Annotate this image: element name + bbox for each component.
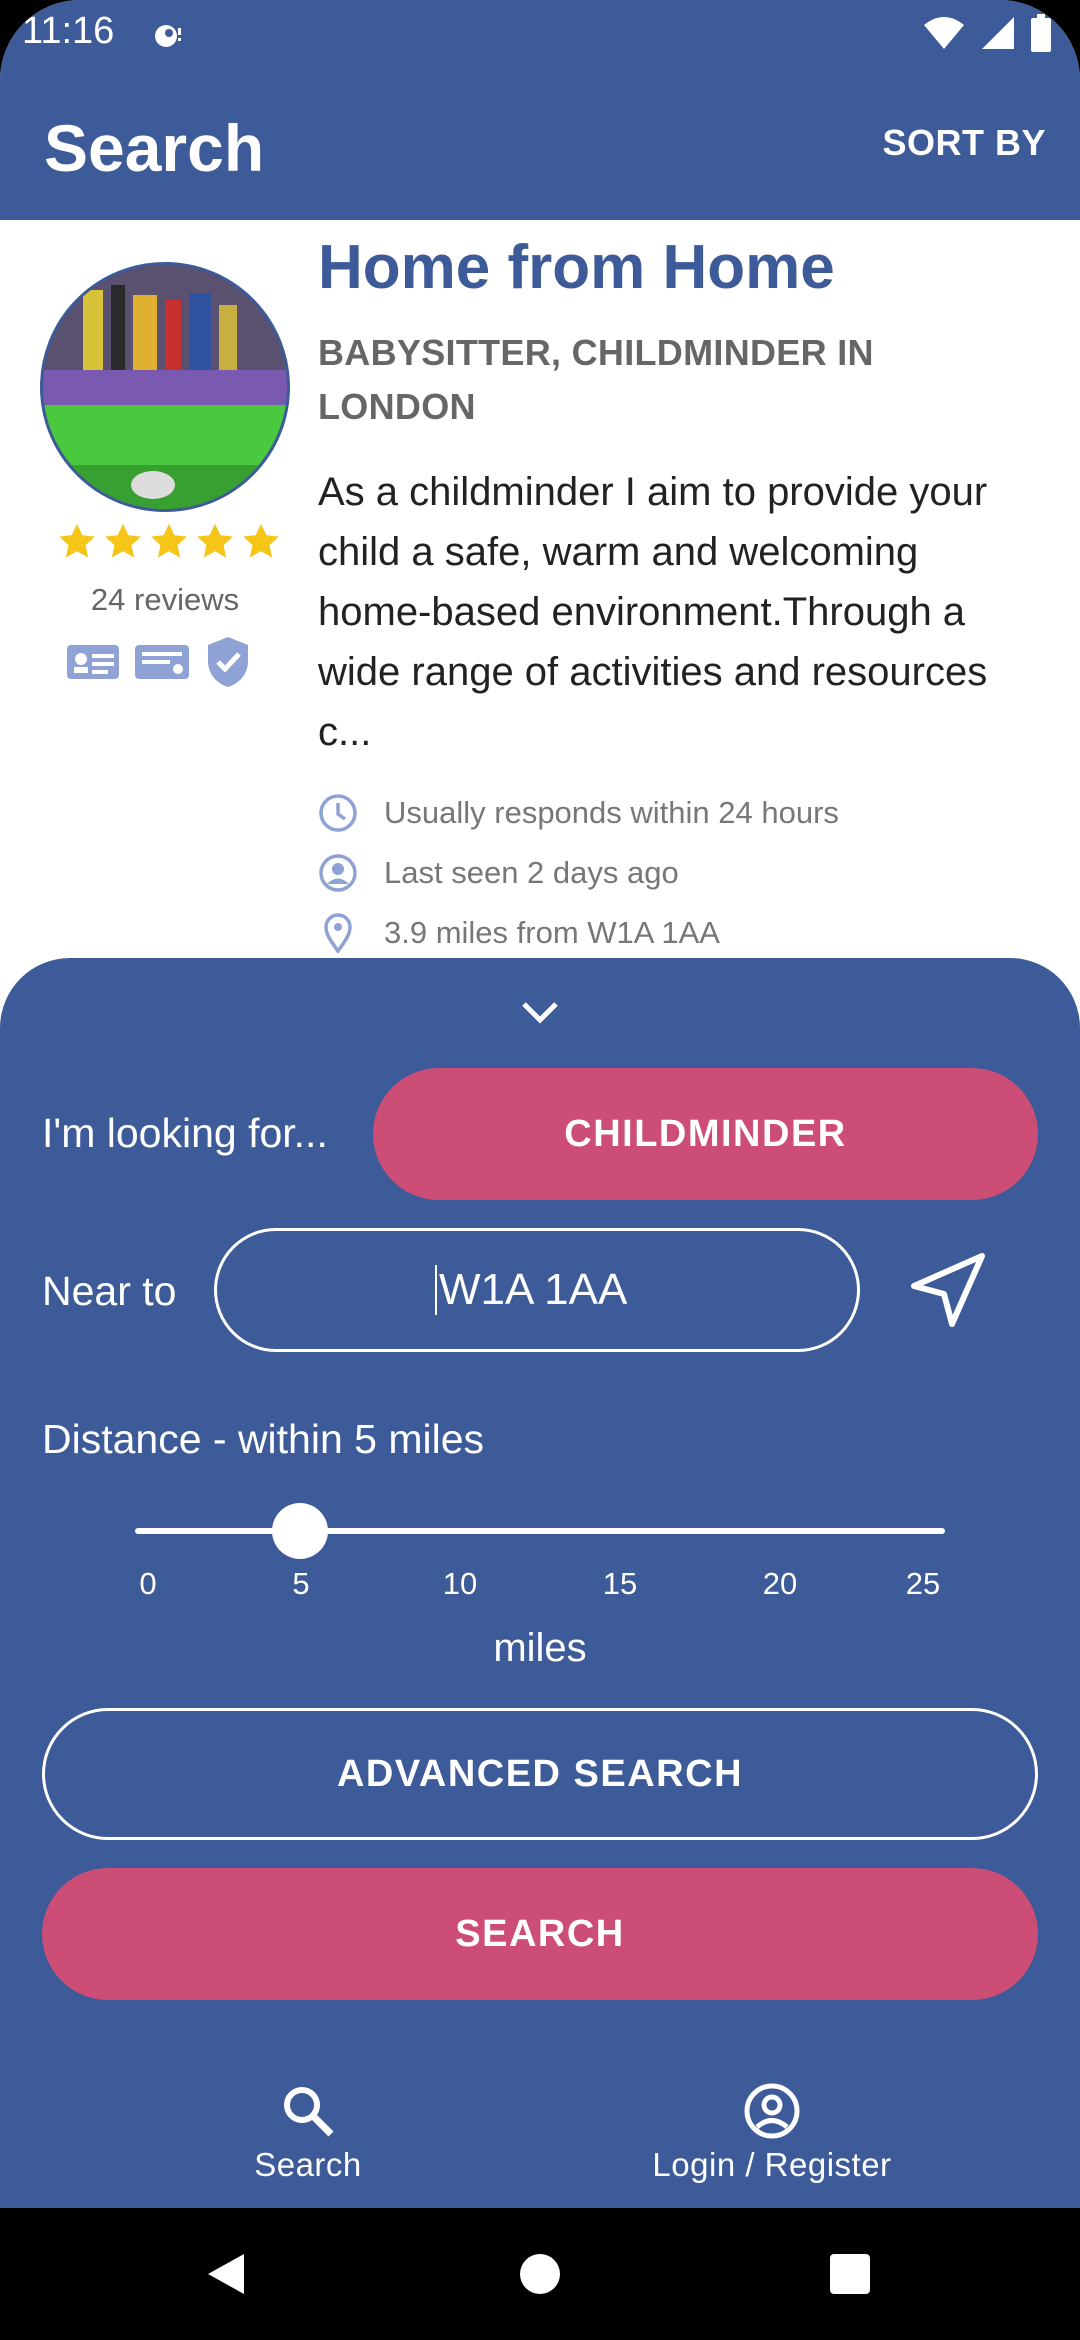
nav-login-label: Login / Register xyxy=(652,2146,892,2183)
star-icon xyxy=(197,523,233,558)
slider-unit: miles xyxy=(493,1626,587,1670)
slider-tick: 5 xyxy=(292,1566,310,1601)
system-navigation-bar xyxy=(0,2208,1080,2340)
sort-by-button[interactable]: SORT BY xyxy=(882,122,1046,164)
nav-search[interactable]: Search xyxy=(158,2082,458,2184)
search-sheet: I'm looking for... CHILDMINDER Near to W… xyxy=(0,958,1080,2208)
provider-category: BABYSITTER, CHILDMINDER IN LONDON xyxy=(318,332,874,427)
distance-row: 3.9 miles from W1A 1AA xyxy=(318,908,1038,958)
slider-tick: 25 xyxy=(905,1566,941,1601)
distance-slider-track[interactable] xyxy=(135,1528,945,1534)
screen: 11:16 Search SORT BY 24 reviews Home fro… xyxy=(0,0,1080,2340)
response-time-row: Usually responds within 24 hours xyxy=(318,788,1038,838)
account-circle-icon xyxy=(744,2083,800,2139)
rating-stars xyxy=(56,522,282,562)
near-to-label: Near to xyxy=(42,1268,177,1314)
bottom-navigation: Search Login / Register xyxy=(0,2060,1080,2208)
status-time: 11:16 xyxy=(22,10,115,52)
page-title: Search xyxy=(44,111,265,185)
provider-name[interactable]: Home from Home xyxy=(318,232,835,303)
search-button[interactable]: SEARCH xyxy=(42,1868,1038,2000)
back-icon[interactable] xyxy=(204,2250,248,2298)
distance-text: 3.9 miles from W1A 1AA xyxy=(384,915,720,950)
listing-card[interactable]: 24 reviews Home from Home BABYSITTER, CH… xyxy=(0,220,1080,990)
slider-tick: 10 xyxy=(442,1566,478,1601)
star-icon xyxy=(151,523,187,558)
clock-icon xyxy=(319,794,357,832)
recents-icon[interactable] xyxy=(828,2250,872,2298)
distance-label: Distance - within 5 miles xyxy=(42,1416,485,1462)
provider-photo xyxy=(40,262,290,512)
slider-tick: 0 xyxy=(139,1566,157,1601)
response-time-text: Usually responds within 24 hours xyxy=(384,795,839,830)
star-icon xyxy=(105,523,141,558)
current-location-icon[interactable] xyxy=(908,1250,988,1330)
looking-for-label: I'm looking for... xyxy=(42,1110,328,1156)
search-icon xyxy=(284,2087,334,2137)
last-seen-text: Last seen 2 days ago xyxy=(384,855,679,890)
system-icons xyxy=(922,14,1052,52)
slider-tick: 15 xyxy=(602,1566,638,1601)
star-icon xyxy=(59,523,95,558)
distance-slider-thumb[interactable] xyxy=(272,1503,328,1559)
star-icon xyxy=(243,523,279,558)
location-pin-icon xyxy=(324,913,352,953)
person-icon xyxy=(319,854,357,892)
wifi-icon xyxy=(924,17,964,49)
nav-login-register[interactable]: Login / Register xyxy=(622,2082,922,2184)
postcode-value: W1A 1AA xyxy=(435,1265,627,1315)
looking-for-selector[interactable]: CHILDMINDER xyxy=(373,1068,1038,1200)
id-card-icon xyxy=(67,645,119,679)
certificate-icon xyxy=(135,645,189,679)
battery-icon xyxy=(1031,14,1051,52)
provider-description: As a childminder I aim to provide your c… xyxy=(318,470,988,754)
notification-icon xyxy=(155,25,181,47)
postcode-input[interactable]: W1A 1AA xyxy=(214,1228,860,1352)
home-icon[interactable] xyxy=(518,2250,562,2298)
last-seen-row: Last seen 2 days ago xyxy=(318,848,1038,898)
signal-icon xyxy=(982,17,1014,49)
status-bar: 11:16 xyxy=(0,0,1080,70)
chevron-down-icon[interactable] xyxy=(518,998,562,1028)
verified-shield-icon xyxy=(208,637,248,687)
app-bar: 11:16 Search SORT BY xyxy=(0,0,1080,220)
reviews-count: 24 reviews xyxy=(90,582,240,617)
nav-search-label: Search xyxy=(254,2146,362,2183)
advanced-search-button[interactable]: ADVANCED SEARCH xyxy=(42,1708,1038,1840)
slider-tick: 20 xyxy=(762,1566,798,1601)
verification-badges xyxy=(66,635,252,689)
